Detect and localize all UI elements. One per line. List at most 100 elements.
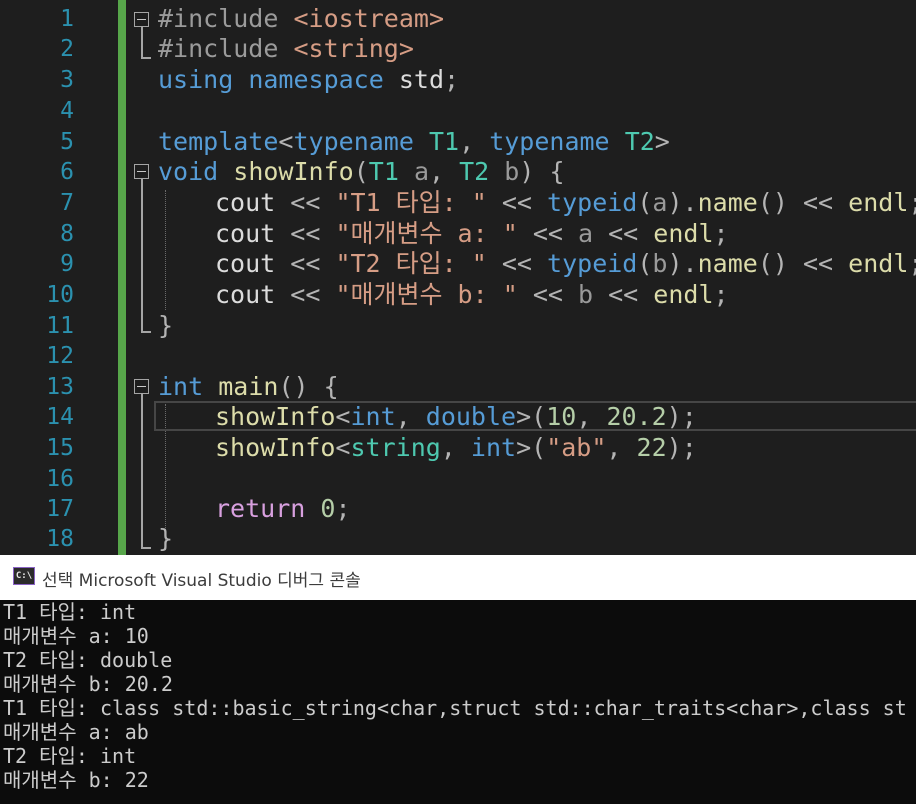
token: a (578, 219, 594, 248)
token: < (278, 127, 294, 156)
token: std (398, 65, 445, 94)
token: a (413, 157, 429, 186)
token: << (532, 280, 563, 309)
token: name (697, 188, 758, 217)
code-line[interactable]: cout << "매개변수 b: " << b << endl; (215, 280, 729, 310)
console-line: 매개변수 b: 20.2 (3, 672, 173, 696)
token: ; (444, 65, 460, 94)
line-number: 1 (60, 6, 74, 32)
code-editor[interactable]: 1 2 3 4 5 6 7 8 9 10 11 12 13 14 15 16 1… (0, 0, 916, 555)
token: { (549, 157, 565, 186)
line-number: 7 (60, 190, 74, 216)
token: << (532, 219, 563, 248)
token: int (470, 433, 517, 462)
token: () (757, 249, 788, 278)
code-line[interactable]: } (158, 524, 173, 554)
token: ; (681, 433, 697, 462)
token: ( (531, 402, 547, 431)
token: "ab" (546, 433, 607, 462)
token: T2 (624, 127, 655, 156)
console-line: 매개변수 a: ab (3, 720, 149, 744)
token: typename (489, 127, 610, 156)
token: b (504, 157, 520, 186)
token: << (803, 249, 834, 278)
token: () (757, 188, 788, 217)
token: ( (637, 249, 653, 278)
collapse-icon[interactable] (134, 12, 149, 27)
line-number: 16 (46, 466, 74, 492)
outline-line (141, 27, 143, 58)
token: << (608, 280, 639, 309)
token: , (429, 157, 445, 186)
token: , (576, 402, 592, 431)
code-line[interactable]: showInfo<int, double>(10, 20.2); (215, 402, 697, 432)
token: showInfo (233, 157, 354, 186)
change-tracking-bar (118, 0, 126, 555)
code-line[interactable]: #include <iostream> (158, 4, 444, 34)
token: ; (908, 188, 916, 217)
outline-end (141, 57, 151, 59)
code-line[interactable]: cout << "T1 타입: " << typeid(a).name() <<… (215, 188, 916, 218)
token: < (335, 402, 351, 431)
code-line[interactable]: using namespace std; (158, 65, 459, 95)
debug-console-window[interactable]: C:\ 선택 Microsoft Visual Studio 디버그 콘솔 T1… (0, 555, 916, 804)
code-line[interactable]: cout << "매개변수 a: " << a << endl; (215, 219, 729, 249)
token: ) (667, 249, 683, 278)
token: << (608, 219, 639, 248)
console-line: T2 타입: int (3, 744, 137, 768)
token: #include (158, 4, 279, 33)
token: 10 (546, 402, 577, 431)
token: ( (531, 433, 547, 462)
token: T2 (459, 157, 490, 186)
token: "매개변수 b: " (335, 280, 518, 309)
token: << (290, 280, 321, 309)
token: int (350, 402, 396, 431)
token: cout (215, 188, 276, 217)
token: int (158, 372, 204, 401)
token: << (290, 219, 321, 248)
code-line[interactable]: showInfo<string, int>("ab", 22); (215, 433, 697, 463)
line-number: 5 (60, 129, 74, 155)
token: 22 (636, 433, 667, 462)
token: name (697, 249, 758, 278)
token: cout (215, 249, 276, 278)
token: endl (653, 219, 714, 248)
token: . (682, 249, 698, 278)
line-number: 2 (60, 36, 74, 62)
token: , (395, 402, 411, 431)
code-line[interactable]: cout << "T2 타입: " << typeid(b).name() <<… (215, 249, 916, 279)
token: < (335, 433, 351, 462)
code-line[interactable]: template<typename T1, typename T2> (158, 127, 670, 157)
token: ) (666, 433, 682, 462)
token: ) (667, 188, 683, 217)
line-number: 13 (46, 374, 74, 400)
token: > (654, 127, 670, 156)
collapse-icon[interactable] (134, 164, 149, 179)
token: typename (293, 127, 414, 156)
token: b (652, 249, 668, 278)
token: } (158, 311, 174, 340)
console-line: 매개변수 a: 10 (3, 624, 149, 648)
code-line[interactable]: #include <string> (158, 34, 414, 64)
token: , (440, 433, 456, 462)
token: , (606, 433, 622, 462)
token: , (459, 127, 475, 156)
code-line[interactable]: void showInfo(T1 a, T2 b) { (158, 157, 565, 187)
token: 0 (320, 494, 336, 523)
token: using (158, 65, 234, 94)
token: endl (848, 249, 909, 278)
code-line[interactable]: } (158, 311, 173, 341)
token: ; (908, 249, 916, 278)
code-line[interactable]: int main() { (158, 372, 339, 402)
line-number: 8 (60, 221, 74, 247)
token: . (682, 188, 698, 217)
token: () (278, 372, 309, 401)
collapse-icon[interactable] (134, 379, 149, 394)
token: endl (848, 188, 909, 217)
console-title-bar[interactable]: C:\ 선택 Microsoft Visual Studio 디버그 콘솔 (0, 555, 916, 600)
token: <string> (293, 34, 414, 63)
token: << (290, 188, 321, 217)
outline-line (141, 394, 143, 548)
code-line[interactable]: return 0; (215, 494, 351, 524)
token: T1 (368, 157, 399, 186)
